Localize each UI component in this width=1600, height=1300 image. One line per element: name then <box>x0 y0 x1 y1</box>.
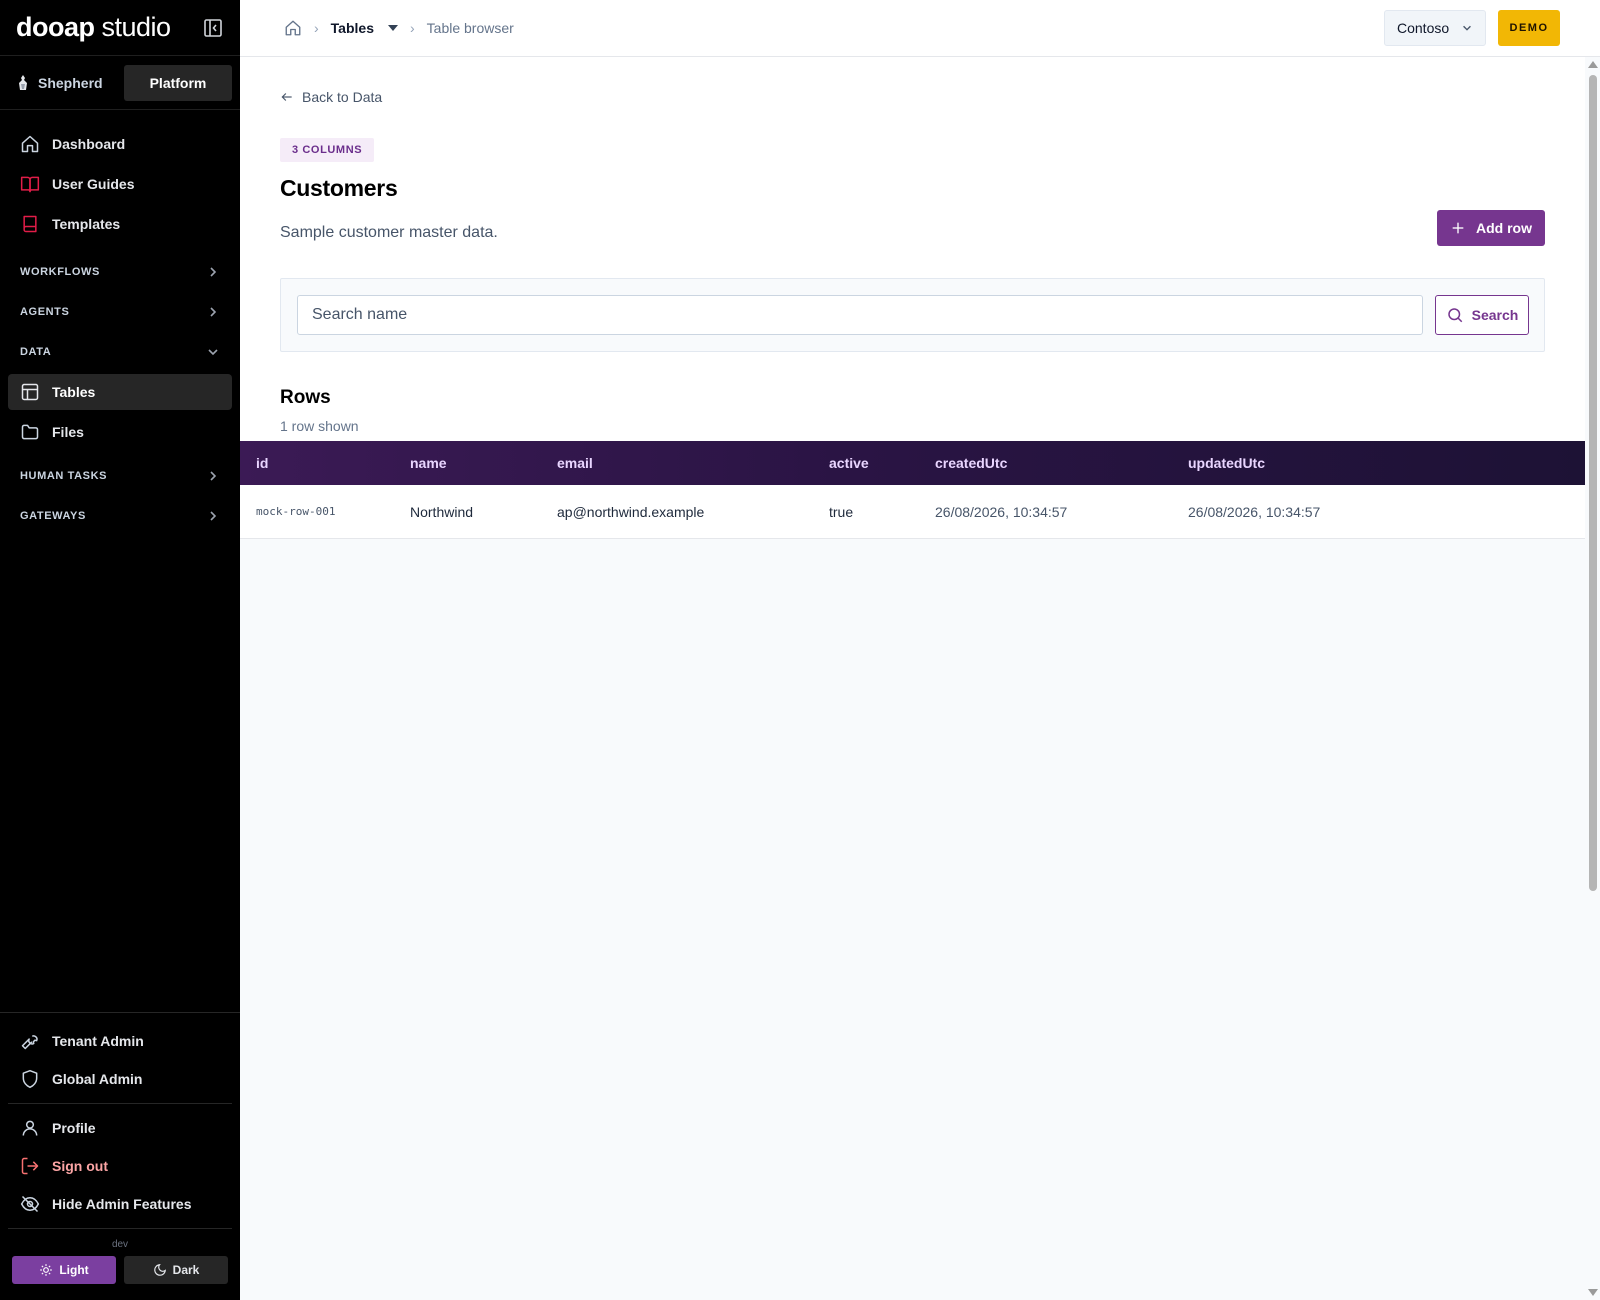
column-header-id[interactable]: id <box>240 455 410 471</box>
rows-table: id name email active createdUtc updatedU… <box>240 441 1585 539</box>
sun-icon <box>40 1264 53 1276</box>
sidebar-section-human-tasks[interactable]: HUMAN TASKS <box>0 456 240 496</box>
environment-label: dev <box>111 1239 129 1250</box>
page-title: Customers <box>280 175 398 201</box>
cell-created: 26/08/2026, 10:34:57 <box>935 503 1068 520</box>
scroll-down-arrow[interactable] <box>1588 1289 1598 1296</box>
breadcrumb-tables[interactable]: Tables <box>331 20 398 36</box>
search-button[interactable]: Search <box>1435 295 1529 335</box>
user-icon <box>22 1120 38 1136</box>
back-to-data-link[interactable]: Back to Data <box>280 89 382 105</box>
column-header-name[interactable]: name <box>410 455 557 471</box>
scroll-up-arrow[interactable] <box>1588 61 1598 68</box>
sidebar-divider <box>8 1103 232 1104</box>
table-icon <box>21 383 39 401</box>
caret-down-icon <box>387 25 398 31</box>
light-theme-button[interactable]: Light <box>12 1256 116 1284</box>
sidebar-item-tenant-admin[interactable]: Tenant Admin <box>8 1023 232 1059</box>
column-header-active[interactable]: active <box>829 455 935 471</box>
chevron-right-icon <box>210 267 217 277</box>
rows-title: Rows <box>280 387 331 408</box>
main-content: Back to Data 3 COLUMNS Customers Sample … <box>240 57 1585 1300</box>
breadcrumb-separator: › <box>314 20 319 36</box>
column-header-updated[interactable]: updatedUtc <box>1188 455 1388 471</box>
book-open-icon <box>20 176 40 193</box>
add-row-button[interactable]: Add row <box>1437 210 1545 246</box>
shepherd-icon <box>19 74 27 90</box>
dark-theme-button[interactable]: Dark <box>124 1256 228 1284</box>
chevron-right-icon <box>210 307 217 317</box>
table-header: id name email active createdUtc updatedU… <box>240 441 1585 485</box>
cell-updated: 26/08/2026, 10:34:57 <box>1188 503 1321 520</box>
table-row[interactable]: mock-row-001 Northwind ap@northwind.exam… <box>240 485 1585 539</box>
page-scrollbar[interactable] <box>1585 57 1600 1300</box>
eye-off-icon <box>20 1195 40 1213</box>
search-panel: Search <box>280 278 1545 352</box>
tenant-select[interactable]: Contoso <box>1384 10 1486 46</box>
cell-email: ap@northwind.example <box>557 503 705 520</box>
topbar-actions: Contoso DEMO <box>1384 10 1600 46</box>
sidebar-section-data[interactable]: DATA <box>0 332 240 372</box>
chevron-right-icon <box>210 511 217 521</box>
moon-icon <box>153 1264 166 1276</box>
sidebar-item-user-guides[interactable]: User Guides <box>8 166 232 202</box>
scrollbar-thumb[interactable] <box>1589 75 1597 891</box>
sidebar-item-dashboard[interactable]: Dashboard <box>8 126 232 162</box>
chevron-down-icon <box>208 349 218 356</box>
brand-logo[interactable]: dooap studio <box>16 12 171 43</box>
sidebar-item-files[interactable]: Files <box>8 414 232 450</box>
sidebar-item-sign-out[interactable]: Sign out <box>8 1148 232 1184</box>
sidebar-section-gateways[interactable]: GATEWAYS <box>0 496 240 536</box>
collapse-sidebar-icon[interactable] <box>202 17 224 39</box>
breadcrumb-separator: › <box>409 20 415 36</box>
columns-count-badge: 3 COLUMNS <box>280 138 375 162</box>
theme-switcher: Light Dark <box>0 1256 240 1300</box>
mode-shepherd-button[interactable]: Shepherd <box>16 74 116 92</box>
breadcrumb-current: Table browser <box>426 20 514 36</box>
chevron-right-icon <box>210 471 217 481</box>
cell-name: Northwind <box>410 503 474 520</box>
chevron-down-icon <box>1463 25 1471 31</box>
cell-id: mock-row-001 <box>256 505 336 518</box>
home-icon <box>21 135 39 153</box>
sidebar-item-templates[interactable]: Templates <box>8 206 232 242</box>
search-input[interactable] <box>297 295 1423 335</box>
sidebar-divider <box>8 1228 232 1229</box>
search-icon <box>1447 308 1462 323</box>
breadcrumb: › Tables › Table browser <box>284 19 514 37</box>
brand-row: dooap studio <box>0 0 240 56</box>
column-header-created[interactable]: createdUtc <box>935 455 1188 471</box>
sidebar-item-hide-admin-features[interactable]: Hide Admin Features <box>8 1186 232 1222</box>
plus-icon <box>1452 222 1464 234</box>
sidebar-item-profile[interactable]: Profile <box>8 1110 232 1146</box>
sign-out-icon <box>21 1157 39 1175</box>
folder-icon <box>21 424 39 440</box>
sidebar-item-global-admin[interactable]: Global Admin <box>8 1061 232 1097</box>
page-description: Sample customer master data. <box>280 224 498 241</box>
sidebar-section-agents[interactable]: AGENTS <box>0 292 240 332</box>
sidebar-bottom: Tenant Admin Global Admin Profile Sign o… <box>0 1012 240 1300</box>
rows-count: 1 row shown <box>280 418 359 434</box>
demo-badge: DEMO <box>1498 10 1560 46</box>
book-icon <box>23 215 37 233</box>
mode-platform-button[interactable]: Platform <box>124 64 232 101</box>
sidebar-item-tables[interactable]: Tables <box>8 374 232 410</box>
cell-active: true <box>829 503 854 520</box>
mode-switcher: Shepherd Platform <box>0 56 240 110</box>
sidebar: dooap studio Shepherd Platform Dashboard … <box>0 0 240 1300</box>
shield-icon <box>22 1069 38 1089</box>
sidebar-section-workflows[interactable]: WORKFLOWS <box>0 252 240 292</box>
home-icon[interactable] <box>284 19 302 37</box>
column-header-email[interactable]: email <box>557 455 829 471</box>
wrench-icon <box>21 1035 38 1050</box>
arrow-left-icon <box>281 93 292 101</box>
topbar: › Tables › Table browser Contoso DEMO <box>240 0 1600 57</box>
